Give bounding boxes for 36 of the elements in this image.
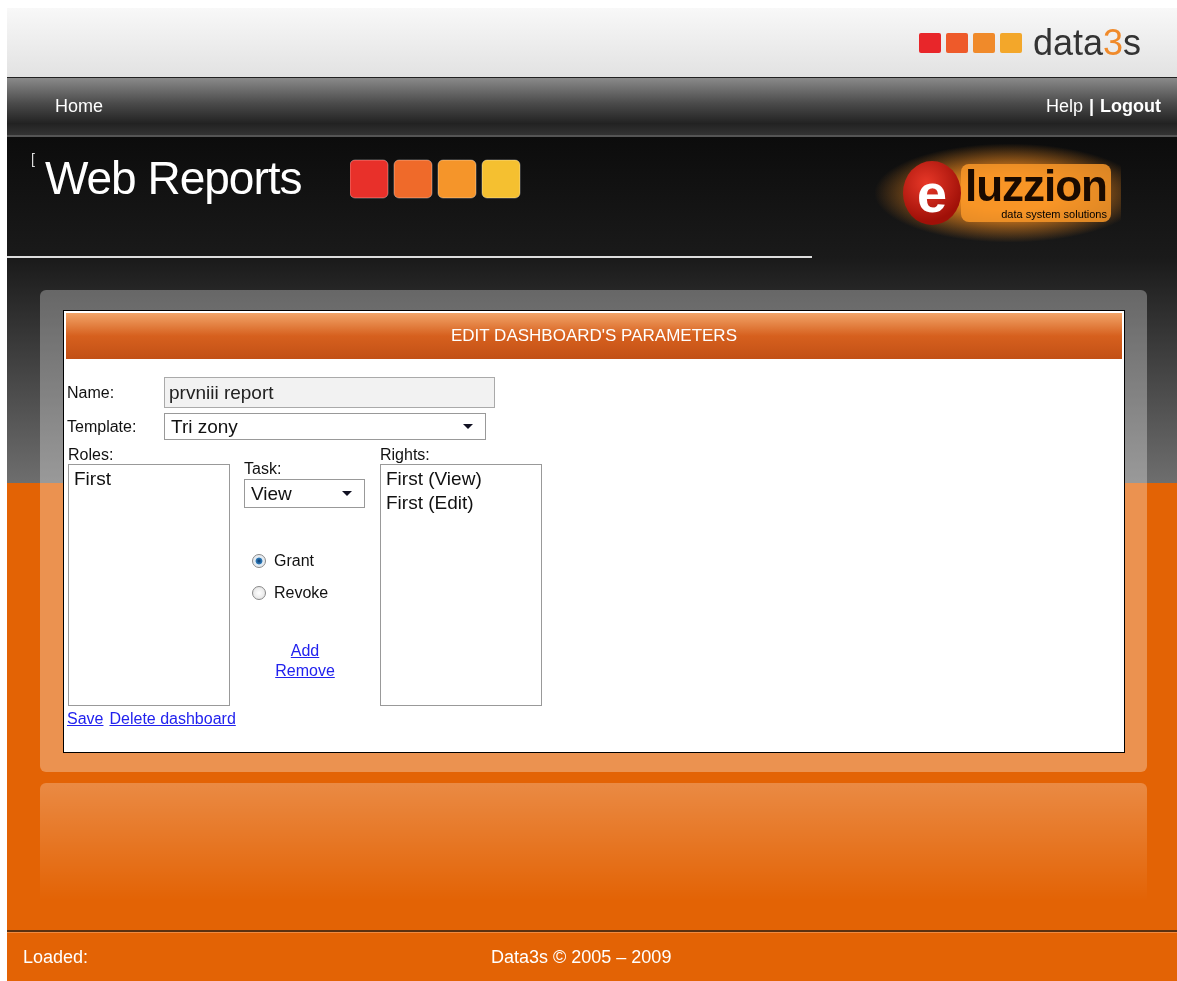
- rights-list[interactable]: First (View) First (Edit): [380, 464, 542, 706]
- action-link[interactable]: Remove: [275, 662, 335, 680]
- nav-link[interactable]: Home: [55, 96, 103, 117]
- squares-icon: [918, 31, 1025, 54]
- radio-label: Grant: [274, 552, 314, 570]
- brand-name: luzzion: [964, 164, 1107, 208]
- form-title: EDIT DASHBOARD'S PARAMETERS: [451, 326, 737, 346]
- form-link[interactable]: Save: [67, 710, 104, 728]
- template-dropdown[interactable]: Tri zony: [164, 413, 486, 440]
- nav-link[interactable]: Logout: [1100, 96, 1161, 117]
- field-label: Template:: [67, 417, 138, 436]
- radio-button[interactable]: [252, 554, 266, 568]
- action-link[interactable]: Add: [290, 642, 320, 660]
- nav-link[interactable]: Help: [1045, 96, 1083, 117]
- radio-button[interactable]: [252, 586, 266, 600]
- copyright-text: Data3s © 2005 – 2009: [491, 946, 672, 968]
- field-label: Roles:: [68, 446, 115, 464]
- task-dropdown[interactable]: View: [244, 479, 365, 508]
- squares-icon: [349, 159, 522, 199]
- name-field[interactable]: prvniii report: [164, 377, 495, 408]
- status-text: Loaded:: [23, 946, 89, 968]
- brand-tagline: data system solutions: [1001, 208, 1107, 220]
- list-item[interactable]: First: [74, 467, 224, 491]
- roles-list[interactable]: First: [68, 464, 230, 706]
- separator: |: [1088, 96, 1094, 117]
- field-label: Rights:: [380, 446, 431, 464]
- field-label: Task:: [244, 460, 283, 478]
- list-item[interactable]: First (Edit): [386, 491, 536, 515]
- corner-mark: [: [31, 151, 35, 167]
- logo-text: data3s: [1032, 21, 1141, 64]
- field-label: Name:: [67, 383, 116, 402]
- list-item[interactable]: First (View): [386, 467, 536, 491]
- form-link[interactable]: Delete dashboard: [109, 710, 236, 728]
- radio-label: Revoke: [274, 584, 329, 602]
- banner-title: Web Reports: [44, 151, 302, 205]
- brand-ball-icon: e: [902, 161, 961, 225]
